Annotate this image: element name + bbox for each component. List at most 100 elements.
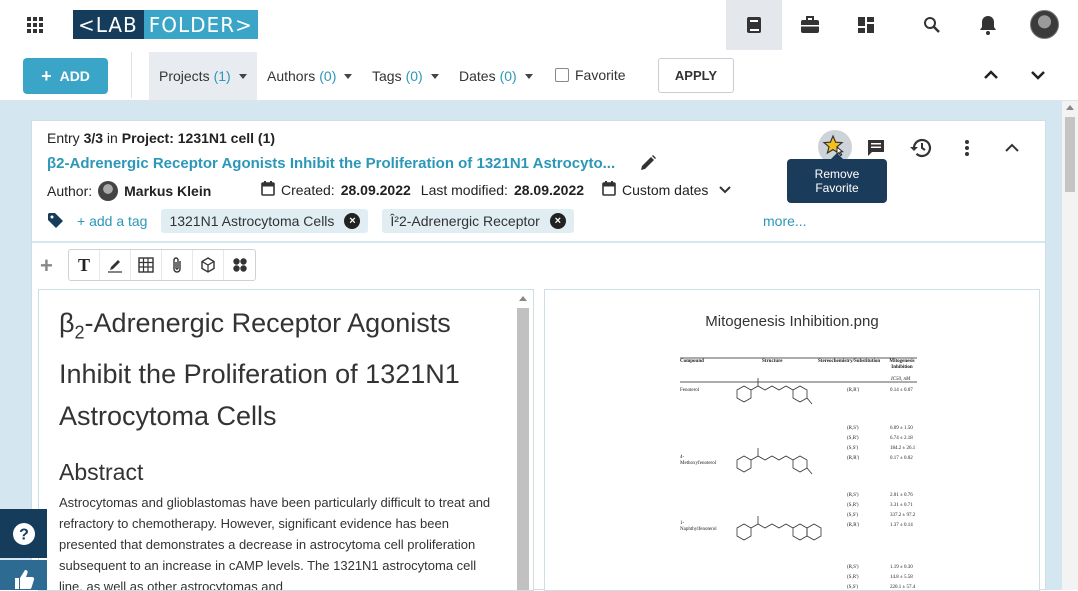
- image-value: 220.1 ± 57.4: [890, 585, 916, 590]
- notebook-icon[interactable]: [726, 0, 782, 50]
- divider: [131, 52, 132, 98]
- filter-count: (0): [319, 68, 337, 84]
- image-value: 14.8 ± 5.58: [890, 575, 913, 580]
- image-compound: 4-Methoxyfenoterol: [680, 455, 717, 466]
- filter-count: (0): [499, 68, 517, 84]
- help-icon: ?: [12, 522, 35, 545]
- author-name[interactable]: Markus Klein: [124, 183, 211, 199]
- filter-label: Tags: [372, 68, 402, 84]
- image-stereo: (R,R'): [847, 523, 860, 528]
- filter-bar: + ADD Projects (1) Authors (0) Tags (0) Dat…: [0, 50, 1078, 101]
- attachment-icon[interactable]: [162, 250, 193, 280]
- image-value: 0.17 ± 0.02: [890, 456, 913, 461]
- entry-project[interactable]: Project: 1231N1 cell (1): [122, 130, 275, 146]
- scroll-thumb[interactable]: [1065, 117, 1075, 192]
- custom-dates-toggle[interactable]: Custom dates: [622, 182, 708, 198]
- created-label: Created:: [281, 182, 335, 198]
- labfolder-logo[interactable]: <LAB FOLDER>: [73, 10, 258, 39]
- bell-icon[interactable]: [960, 0, 1016, 50]
- entry-author: Author: Markus Klein: [47, 181, 211, 201]
- entry-title[interactable]: β2-Adrenergic Receptor Agonists Inhibit …: [47, 155, 615, 172]
- chevron-down-icon[interactable]: [1028, 65, 1048, 85]
- image-stereo: (S,S'): [847, 585, 859, 590]
- filter-count: (1): [213, 68, 231, 84]
- image-element[interactable]: Mitogenesis Inhibition.png Compound Stru…: [544, 289, 1040, 591]
- apps-grid-icon[interactable]: [25, 15, 45, 35]
- text-element-icon[interactable]: T: [69, 250, 100, 280]
- text-scrollbar[interactable]: [517, 294, 529, 590]
- chevron-up-icon[interactable]: [981, 65, 1001, 85]
- pencil-icon[interactable]: [639, 154, 657, 177]
- user-avatar[interactable]: [1030, 10, 1059, 39]
- comment-icon[interactable]: [863, 135, 889, 161]
- projects-filter[interactable]: Projects (1): [149, 52, 257, 100]
- remove-tag-icon[interactable]: ×: [549, 213, 566, 229]
- image-stereo: (S,S'): [847, 446, 859, 451]
- caret-down-icon: [238, 73, 247, 79]
- caret-down-icon: [344, 73, 353, 79]
- history-icon[interactable]: [908, 135, 934, 161]
- dates-filter[interactable]: Dates (0): [459, 52, 533, 100]
- add-tag-link[interactable]: + add a tag: [77, 213, 147, 229]
- authors-filter[interactable]: Authors (0): [267, 52, 353, 100]
- image-value: 184.2 ± 26.1: [890, 446, 916, 451]
- calendar-icon: [602, 181, 616, 199]
- favorite-checkbox[interactable]: [555, 68, 569, 82]
- filter-label: Projects: [159, 68, 210, 84]
- caret-down-icon: [430, 73, 439, 79]
- feedback-button[interactable]: [0, 560, 47, 590]
- remove-tag-icon[interactable]: ×: [344, 213, 361, 229]
- apply-button[interactable]: APPLY: [658, 58, 734, 93]
- filter-count: (0): [405, 68, 423, 84]
- image-table-header: Structure: [762, 359, 783, 364]
- more-tags-link[interactable]: more...: [763, 213, 807, 229]
- thumbs-up-icon: [14, 570, 34, 589]
- more-options-icon[interactable]: [954, 135, 980, 161]
- scroll-up-arrow[interactable]: [1066, 105, 1074, 110]
- tooltip-line: Remove: [814, 167, 860, 181]
- calendar-icon: [261, 181, 275, 199]
- filter-label: Dates: [459, 68, 496, 84]
- entry-dates: Created: 28.09.2022 Last modified: 28.09.2…: [261, 181, 732, 199]
- text-content: β2-Adrenergic Receptor Agonists Inhibit …: [59, 302, 499, 590]
- favorite-label: Favorite: [575, 67, 626, 83]
- scroll-up-arrow[interactable]: [519, 296, 527, 301]
- image-stereo: (S,R'): [847, 436, 859, 441]
- search-icon[interactable]: [904, 0, 960, 50]
- document-title: β2-Adrenergic Receptor Agonists Inhibit …: [59, 302, 499, 437]
- image-value: 337.2 ± 97.2: [890, 513, 916, 518]
- table-icon[interactable]: [131, 250, 162, 280]
- remove-favorite-tooltip: Remove Favorite: [787, 153, 887, 203]
- text-element[interactable]: β2-Adrenergic Receptor Agonists Inhibit …: [38, 289, 534, 591]
- sketch-icon[interactable]: [100, 250, 131, 280]
- entry-tags: + add a tag 1321N1 Astrocytoma Cells × Î²…: [47, 209, 574, 233]
- image-compound: 1-Naphthylfenoterol: [680, 521, 717, 532]
- tag-label: Î²2-Adrenergic Receptor: [390, 213, 540, 229]
- title-part: β: [59, 308, 75, 338]
- image-value: 1.37 ± 0.14: [890, 523, 913, 528]
- favorite-filter[interactable]: Favorite: [555, 67, 626, 83]
- entry-position: 3/3: [83, 130, 104, 146]
- add-label: ADD: [59, 68, 90, 84]
- add-element-icon[interactable]: +: [40, 253, 53, 279]
- tag-chip: 1321N1 Astrocytoma Cells ×: [161, 209, 369, 233]
- scroll-thumb[interactable]: [517, 308, 529, 590]
- add-button[interactable]: + ADD: [23, 58, 108, 94]
- dashboard-icon[interactable]: [838, 0, 894, 50]
- briefcase-icon[interactable]: [782, 0, 838, 50]
- help-button[interactable]: ?: [0, 509, 47, 558]
- entry-in-label: in: [103, 130, 122, 146]
- element-tools: T: [68, 249, 256, 281]
- page-scrollbar[interactable]: [1062, 101, 1078, 590]
- tag-label: 1321N1 Astrocytoma Cells: [169, 213, 335, 229]
- tags-filter[interactable]: Tags (0): [372, 52, 439, 100]
- logo-left-text: <LAB: [73, 10, 144, 39]
- tag-chip: Î²2-Adrenergic Receptor ×: [382, 209, 574, 233]
- cube-icon[interactable]: [193, 250, 224, 280]
- image-stereo: (R,S'): [847, 493, 859, 498]
- image-stereo: (R,R'): [847, 388, 860, 393]
- collapse-icon[interactable]: [999, 135, 1025, 161]
- apps-icon[interactable]: [224, 250, 255, 280]
- chevron-down-icon[interactable]: [718, 182, 732, 199]
- image-value: 3.31 ± 0.71: [890, 503, 913, 508]
